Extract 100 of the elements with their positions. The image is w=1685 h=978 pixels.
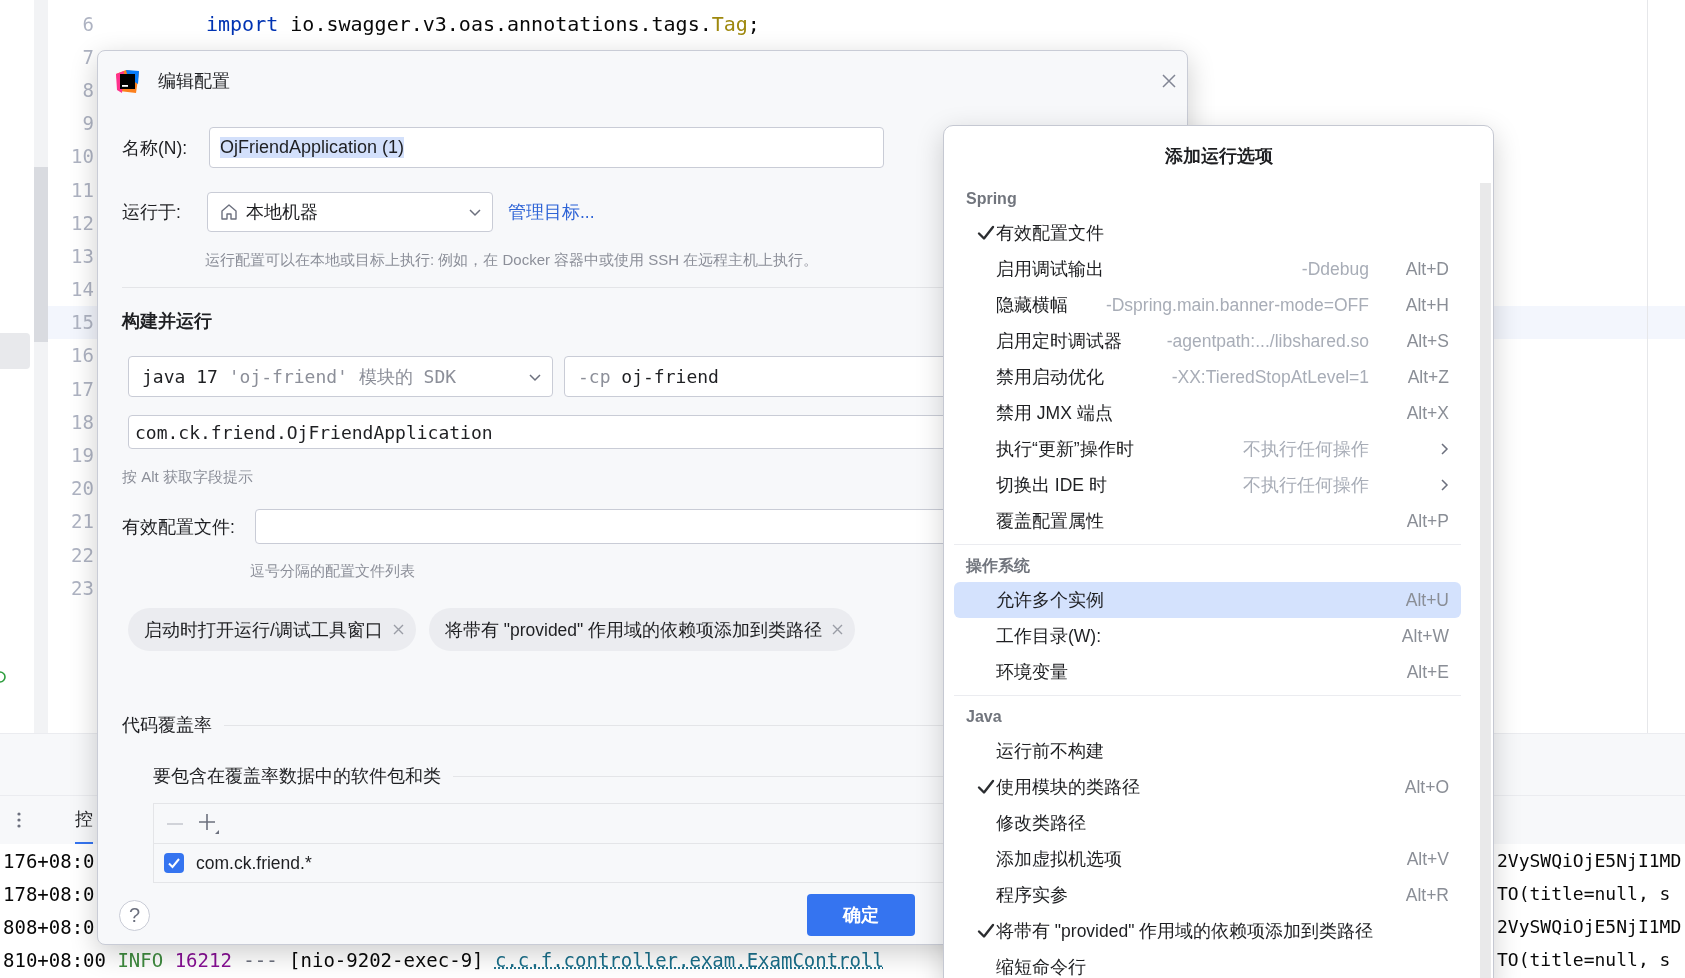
shortcut-text: Alt+V (1406, 848, 1449, 870)
menu-item-label: 缩短命令行 (996, 956, 1086, 978)
checkbox[interactable] (164, 853, 184, 873)
close-icon[interactable] (1161, 73, 1177, 89)
field-label: 运行于: (122, 201, 182, 224)
menu-item[interactable]: 工作目录(W): Alt+W (954, 618, 1461, 654)
line-number: 22 (70, 543, 95, 566)
chevron-icon (1440, 442, 1449, 456)
shortcut-text: Alt+S (1406, 330, 1449, 352)
line-number: 18 (70, 410, 95, 433)
line-number: 8 (81, 78, 95, 101)
section-subtitle: 要包含在覆盖率数据中的软件包和类 (153, 765, 441, 788)
menu-item[interactable]: 程序实参 Alt+R (954, 877, 1461, 913)
menu-item-label: 切换出 IDE 时 (996, 474, 1107, 497)
line-number: 16 (70, 344, 95, 367)
hint-text: 按 Alt 获取字段提示 (122, 468, 253, 485)
scrollbar[interactable] (34, 0, 48, 733)
menu-item-label: 使用模块的类路径 (996, 776, 1140, 799)
option-detail: -Dspring.main.banner-mode=OFF (1104, 294, 1369, 316)
shortcut-text: Alt+O (1404, 776, 1449, 798)
line-number: 23 (70, 576, 95, 599)
sdk-dropdown[interactable]: java 17 'oj-friend' 模块的 SDK (128, 356, 553, 397)
menu-item[interactable]: 使用模块的类路径 Alt+O (954, 769, 1461, 805)
menu-item-label: 环境变量 (996, 661, 1068, 684)
section-header: 操作系统 (966, 557, 1030, 574)
log-line: 2VySWQiOjE5NjI1MD (1497, 916, 1682, 937)
home-icon (220, 203, 238, 221)
line-number: 11 (70, 178, 95, 201)
close-icon[interactable] (832, 624, 844, 635)
line-number: 21 (70, 510, 95, 533)
menu-item[interactable]: 将带有 "provided" 作用域的依赖项添加到类路径 (954, 913, 1461, 949)
option-chip[interactable]: 启动时打开运行/调试工具窗口 (128, 608, 416, 651)
log-line: TO(title=null, s (1497, 883, 1671, 904)
tab[interactable]: 控 (75, 796, 93, 844)
more-icon[interactable] (17, 812, 21, 828)
popup-title: 添加运行选项 (1164, 146, 1273, 166)
shortcut-text: Alt+H (1405, 294, 1449, 316)
menu-item[interactable]: 缩短命令行 (954, 949, 1461, 978)
shortcut-text: Alt+Z (1407, 366, 1449, 388)
shortcut-text: Alt+X (1406, 402, 1449, 424)
line-number: 12 (70, 211, 95, 234)
menu-item-label: 启用调试输出 (996, 258, 1104, 281)
line-number: 17 (70, 377, 95, 400)
line-number: 13 (70, 244, 95, 267)
shortcut-text: Alt+E (1406, 661, 1449, 683)
line-number: 14 (70, 278, 95, 301)
menu-item[interactable]: 环境变量 Alt+E (954, 654, 1461, 690)
menu-item[interactable]: 允许多个实例 Alt+U (954, 582, 1461, 618)
dialog-title: 编辑配置 (158, 70, 230, 93)
ok-button[interactable]: 确定 (807, 894, 915, 936)
manage-targets-link[interactable]: 管理目标... (508, 200, 595, 224)
section-title: 构建并运行 (122, 311, 212, 331)
name-field[interactable]: OjFriendApplication (1) (209, 127, 884, 168)
shortcut-text: Alt+P (1406, 510, 1449, 532)
field-label: 有效配置文件: (122, 515, 236, 539)
package-pattern: com.ck.friend.* (196, 852, 312, 874)
option-detail: -agentpath:.../libshared.so (1165, 330, 1369, 352)
menu-item-label: 程序实参 (996, 884, 1068, 907)
check-icon (977, 224, 995, 242)
line-number: 9 (81, 112, 95, 135)
scrollbar-thumb[interactable] (34, 167, 48, 342)
log-line: 810+08:00 INFO 16212 --- [nio-9202-exec-9] c.c.f.controller.exam.ExamControll (2, 948, 884, 971)
shortcut-text: Alt+U (1405, 589, 1449, 611)
menu-item-label: 启用定时调试器 (996, 330, 1122, 353)
option-chip[interactable]: 将带有 "provided" 作用域的依赖项添加到类路径 (428, 608, 856, 651)
chevron-icon (1440, 478, 1449, 492)
add-icon[interactable] (198, 812, 220, 835)
option-value: 不执行任何操作 (1242, 438, 1369, 461)
menu-item[interactable]: 启用定时调试器 -agentpath:.../libshared.so Alt+S (954, 323, 1461, 359)
menu-item[interactable]: 隐藏横幅 -Dspring.main.banner-mode=OFF Alt+H (954, 287, 1461, 323)
log-line: 178+08:0 (2, 882, 95, 905)
check-icon (977, 778, 995, 796)
close-icon[interactable] (392, 624, 404, 635)
option-value: 不执行任何操作 (1242, 474, 1369, 497)
shortcut-text: Alt+D (1405, 258, 1449, 280)
log-line: 176+08:0 (2, 849, 95, 872)
shortcut-text: Alt+R (1405, 884, 1449, 906)
menu-item[interactable]: 运行前不构建 (954, 733, 1461, 769)
menu-item-label: 修改类路径 (996, 812, 1086, 835)
section-header: Java (966, 708, 1002, 725)
line-number: 10 (70, 145, 95, 168)
menu-item-label: 将带有 "provided" 作用域的依赖项添加到类路径 (996, 920, 1374, 943)
menu-item[interactable]: 覆盖配置属性 Alt+P (954, 503, 1461, 539)
menu-item[interactable]: 添加虚拟机选项 Alt+V (954, 841, 1461, 877)
line-number: 19 (70, 444, 95, 467)
help-button[interactable]: ? (119, 899, 150, 931)
menu-item-label: 运行前不构建 (996, 740, 1104, 763)
log-line: 2VySWQiOjE5NjI1MD (1497, 850, 1682, 871)
menu-item-label: 禁用启动优化 (996, 366, 1104, 389)
menu-item-label: 允许多个实例 (996, 589, 1104, 612)
target-dropdown[interactable]: 本地机器 (207, 192, 493, 232)
menu-item[interactable]: 切换出 IDE 时 不执行任何操作 (954, 467, 1461, 503)
menu-item-label: 有效配置文件 (996, 222, 1104, 245)
menu-item-label: 覆盖配置属性 (996, 510, 1104, 533)
menu-item[interactable]: 有效配置文件 (954, 215, 1461, 251)
menu-item[interactable]: 修改类路径 (954, 805, 1461, 841)
app-logo-icon (116, 69, 139, 93)
menu-item[interactable]: 启用调试输出 -Ddebug Alt+D (954, 251, 1461, 287)
menu-item-label: 隐藏横幅 (996, 294, 1068, 317)
section-header: Spring (966, 190, 1017, 207)
